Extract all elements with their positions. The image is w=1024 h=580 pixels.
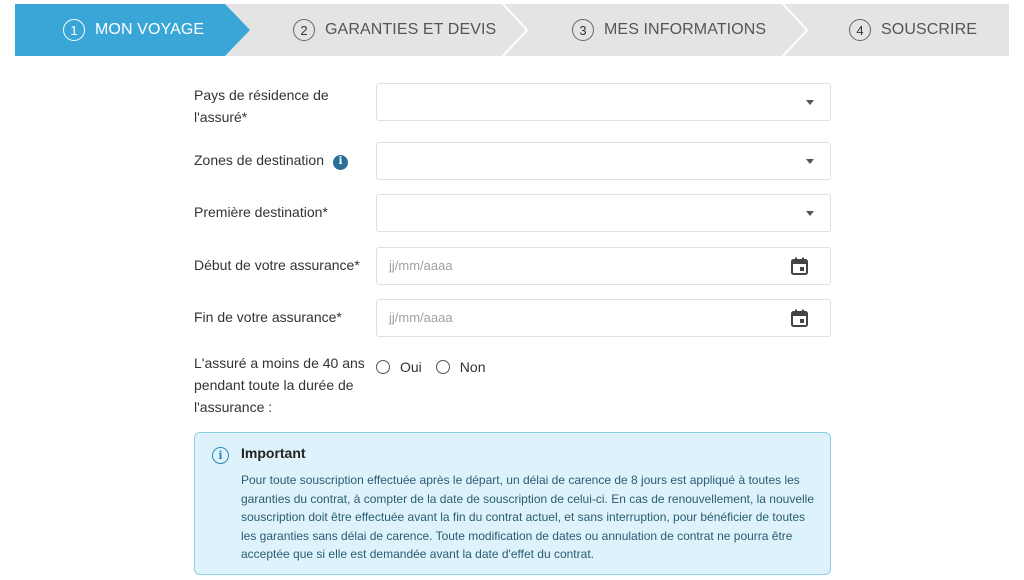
step-separator-icon <box>782 4 809 56</box>
radio-label: Non <box>459 359 486 375</box>
first-destination-select[interactable] <box>376 194 831 232</box>
start-date-label: Début de votre assurance* <box>194 257 360 273</box>
radio-circle[interactable] <box>376 360 390 374</box>
notice-body: Pour toute souscription effectuée après … <box>241 473 814 561</box>
step-number: 2 <box>293 19 315 41</box>
step-mon-voyage[interactable]: 1 MON VOYAGE <box>63 4 204 56</box>
chevron-down-icon <box>806 211 814 216</box>
info-icon: i <box>212 447 229 464</box>
residence-select[interactable] <box>376 83 831 121</box>
step-separator-icon <box>502 4 529 56</box>
step-label: SOUSCRIRE <box>881 21 978 38</box>
start-date-input[interactable]: jj/mm/aaaa <box>376 247 831 285</box>
step-garanties-et-devis[interactable]: 2 GARANTIES ET DEVIS <box>293 4 496 56</box>
under-40-row: L'assuré a moins de 40 ans pendant toute… <box>194 352 831 418</box>
chevron-down-icon <box>806 159 814 164</box>
zones-row: Zones de destination i <box>194 142 831 180</box>
calendar-icon[interactable] <box>791 309 808 327</box>
step-number: 1 <box>63 19 85 41</box>
step-number: 3 <box>572 19 594 41</box>
info-icon[interactable]: i <box>332 154 348 170</box>
end-date-input[interactable]: jj/mm/aaaa <box>376 299 831 337</box>
end-date-label: Fin de votre assurance* <box>194 309 342 325</box>
residence-row: Pays de résidence de l'assuré* <box>194 83 831 127</box>
start-date-row: Début de votre assurance* jj/mm/aaaa <box>194 247 831 285</box>
important-notice: i Important Pour toute souscription effe… <box>194 432 831 575</box>
zones-select[interactable] <box>376 142 831 180</box>
radio-non[interactable]: Non <box>435 359 486 375</box>
under-40-label: L'assuré a moins de 40 ans pendant toute… <box>194 355 365 415</box>
step-label: MES INFORMATIONS <box>604 21 767 38</box>
step-number: 4 <box>849 19 871 41</box>
step-label: GARANTIES ET DEVIS <box>325 21 497 38</box>
residence-label: Pays de résidence de l'assuré* <box>194 87 329 125</box>
date-placeholder: jj/mm/aaaa <box>389 310 453 325</box>
calendar-icon[interactable] <box>791 257 808 275</box>
notice-title: Important <box>241 445 306 461</box>
progress-stepper: 1 MON VOYAGE 2 GARANTIES ET DEVIS 3 MES … <box>15 4 1009 56</box>
radio-label: Oui <box>400 359 422 375</box>
step-label: MON VOYAGE <box>95 21 205 38</box>
date-placeholder: jj/mm/aaaa <box>389 258 453 273</box>
step-mes-informations[interactable]: 3 MES INFORMATIONS <box>572 4 766 56</box>
zones-label: Zones de destination <box>194 152 324 168</box>
radio-circle[interactable] <box>435 360 450 374</box>
end-date-row: Fin de votre assurance* jj/mm/aaaa <box>194 299 831 337</box>
chevron-down-icon <box>806 100 814 105</box>
first-destination-row: Première destination* <box>194 194 831 232</box>
zones-label-wrap: Zones de destination i <box>194 149 374 171</box>
first-destination-label: Première destination* <box>194 204 328 220</box>
radio-oui[interactable]: Oui <box>376 359 422 375</box>
under-40-radio-group: Oui Non <box>376 359 499 375</box>
step-souscrire[interactable]: 4 SOUSCRIRE <box>849 4 977 56</box>
